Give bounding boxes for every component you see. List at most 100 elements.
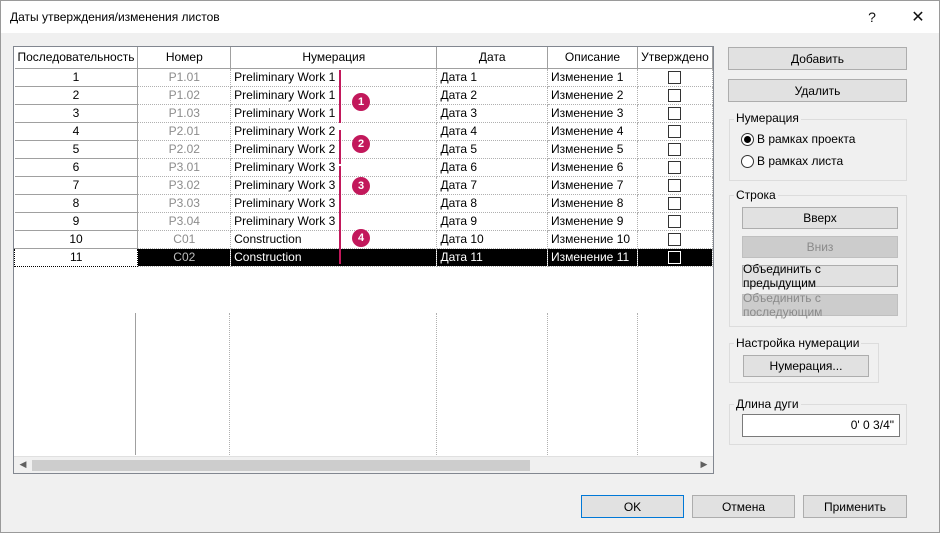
cell-date[interactable]: Дата 8 [436,194,548,213]
cell-description[interactable]: Изменение 5 [547,140,638,159]
col-header-date[interactable]: Дата [436,47,548,69]
cell-numbering[interactable]: Preliminary Work 1 [230,86,438,105]
cell-description[interactable]: Изменение 8 [547,194,638,213]
cell-date[interactable]: Дата 7 [436,176,548,195]
row-header-sequence[interactable]: 2 [14,86,139,105]
approved-checkbox[interactable] [668,179,682,193]
radio-unselected-icon[interactable] [741,154,754,168]
cell-description[interactable]: Изменение 9 [547,212,638,231]
approved-checkbox[interactable] [668,89,682,103]
cell-numbering[interactable]: Preliminary Work 3 [230,212,438,231]
approved-checkbox[interactable] [668,161,682,175]
cell-date[interactable]: Дата 5 [436,140,548,159]
cell-date[interactable]: Дата 9 [436,212,548,231]
cell-approved [637,104,713,123]
cell-description[interactable]: Изменение 4 [547,122,638,141]
cell-date[interactable]: Дата 3 [436,104,548,123]
cell-date[interactable]: Дата 6 [436,158,548,177]
radio-per-project[interactable]: В рамках проекта [741,132,855,146]
scroll-right-icon[interactable]: ▶ [697,459,711,471]
cell-description[interactable]: Изменение 6 [547,158,638,177]
radio-per-sheet[interactable]: В рамках листа [741,154,843,168]
row-header-sequence[interactable]: 1 [14,68,139,87]
cell-description[interactable]: Изменение 10 [547,230,638,249]
col-header-description[interactable]: Описание [547,47,638,69]
row-header-sequence[interactable]: 7 [14,176,139,195]
merge-previous-button[interactable]: Объединить с предыдущим [742,262,898,290]
move-down-button[interactable]: Вниз [742,236,898,258]
approved-checkbox[interactable] [668,125,682,139]
add-button[interactable]: Добавить [728,47,907,70]
row-header-sequence[interactable]: 9 [14,212,139,231]
cell-date[interactable]: Дата 1 [436,68,548,87]
col-header-numbering[interactable]: Нумерация [230,47,438,69]
cell-date[interactable]: Дата 11 [436,248,548,267]
numbering-settings-button[interactable]: Нумерация... [743,355,869,377]
cell-numbering[interactable]: Preliminary Work 3 [230,176,438,195]
cell-description[interactable]: Изменение 11 [547,248,638,267]
group-marker-bar [339,130,341,164]
cell-date[interactable]: Дата 4 [436,122,548,141]
cancel-button[interactable]: Отмена [692,495,795,518]
cell-approved [637,194,713,213]
group-marker-badge: 4 [352,229,370,247]
arc-length-input[interactable]: 0' 0 3/4" [742,414,900,437]
approved-checkbox[interactable] [668,143,682,157]
ok-button[interactable]: OK [581,495,684,518]
approved-checkbox[interactable] [668,197,682,211]
cell-date[interactable]: Дата 2 [436,86,548,105]
approved-checkbox[interactable] [668,71,682,85]
merge-next-button[interactable]: Объединить с последующим [742,291,898,319]
scroll-left-icon[interactable]: ◀ [16,459,30,471]
cell-numbering[interactable]: Preliminary Work 3 [230,158,438,177]
move-up-button[interactable]: Вверх [742,207,898,229]
apply-button[interactable]: Применить [803,495,907,518]
approved-checkbox[interactable] [668,215,682,229]
cell-number: P3.04 [137,212,232,231]
cell-number: C02 [137,248,232,267]
col-header-number[interactable]: Номер [137,47,232,69]
cell-numbering[interactable]: Preliminary Work 2 [230,140,438,159]
col-header-sequence[interactable]: Последовательность [14,47,139,69]
radio-selected-icon[interactable] [741,132,754,146]
revisions-grid[interactable]: Последовательность Номер Нумерация Дата … [13,46,714,474]
cell-date[interactable]: Дата 10 [436,230,548,249]
cell-description[interactable]: Изменение 3 [547,104,638,123]
horizontal-scrollbar[interactable]: ◀ ▶ [14,456,713,473]
row-header-sequence[interactable]: 8 [14,194,139,213]
scroll-thumb[interactable] [32,460,530,471]
row-header-sequence[interactable]: 3 [14,104,139,123]
row-header-sequence[interactable]: 10 [14,230,139,249]
row-header-sequence[interactable]: 11 [14,247,139,267]
approved-checkbox[interactable] [668,233,682,247]
close-button[interactable]: ✕ [899,1,937,33]
col-header-approved[interactable]: Утверждено [637,47,713,69]
cell-numbering[interactable]: Preliminary Work 1 [230,104,438,123]
table-row[interactable]: 1 P1.01 Preliminary Work 1 Дата 1 Изменение … [14,68,713,87]
cell-description[interactable]: Изменение 1 [547,68,638,87]
row-header-sequence[interactable]: 5 [14,140,139,159]
row-header-sequence[interactable]: 6 [14,158,139,177]
cell-approved [637,86,713,105]
row-header-sequence[interactable]: 4 [14,122,139,141]
cell-description[interactable]: Изменение 7 [547,176,638,195]
table-row[interactable]: 11 C02 Construction Дата 11 Изменение 11 [14,247,713,267]
delete-button[interactable]: Удалить [728,79,907,102]
table-row[interactable]: 9 P3.04 Preliminary Work 3 Дата 9 Изменение … [14,212,713,231]
cell-description[interactable]: Изменение 2 [547,86,638,105]
help-button[interactable]: ? [853,1,891,33]
cell-numbering[interactable]: Construction [230,248,438,267]
approved-checkbox[interactable] [668,107,682,121]
table-row[interactable]: 6 P3.01 Preliminary Work 3 Дата 6 Изменение … [14,158,713,177]
approved-checkbox[interactable] [668,251,682,265]
cell-numbering[interactable]: Preliminary Work 3 [230,194,438,213]
cell-numbering[interactable]: Construction [230,230,438,249]
cell-approved [637,248,713,267]
cell-approved [637,230,713,249]
cell-number: P3.02 [137,176,232,195]
cell-numbering[interactable]: Preliminary Work 2 [230,122,438,141]
cell-numbering[interactable]: Preliminary Work 1 [230,68,438,87]
cell-approved [637,68,713,87]
cell-approved [637,140,713,159]
table-row[interactable]: 8 P3.03 Preliminary Work 3 Дата 8 Изменение … [14,194,713,213]
